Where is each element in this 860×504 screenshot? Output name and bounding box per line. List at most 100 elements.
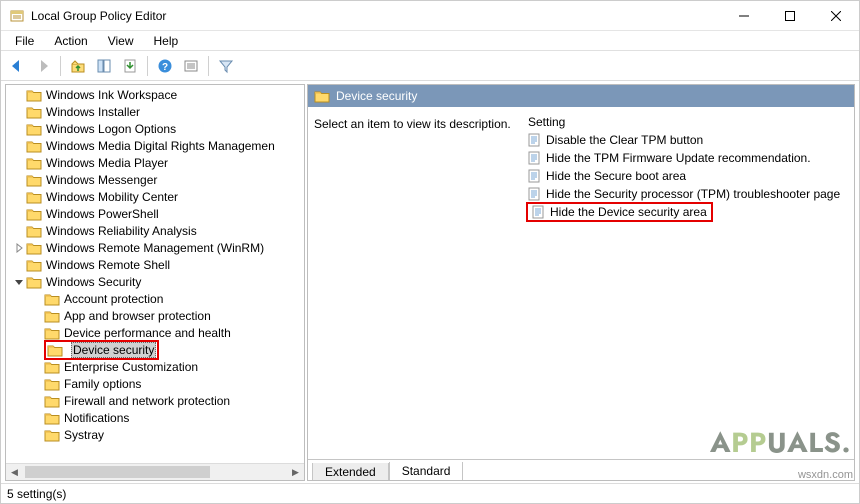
setting-item[interactable]: Disable the Clear TPM button (524, 131, 848, 149)
close-button[interactable] (813, 1, 859, 31)
folder-icon (26, 207, 42, 221)
folder-icon (44, 326, 60, 340)
tree-item-label: Windows Messenger (46, 173, 157, 187)
tree[interactable]: Windows Ink WorkspaceWindows Installer Wi… (6, 85, 304, 444)
maximize-button[interactable] (767, 1, 813, 31)
tree-item-label: Device security (71, 342, 156, 358)
statusbar: 5 setting(s) (1, 483, 859, 503)
tree-item[interactable]: Windows Installer (6, 103, 304, 120)
tree-scrollbar-horizontal[interactable]: ◀ ▶ (6, 463, 304, 480)
folder-icon (44, 360, 60, 374)
tree-item-label: Systray (64, 428, 104, 442)
setting-item-label: Hide the Secure boot area (546, 169, 686, 183)
tree-item[interactable]: Notifications (6, 409, 304, 426)
minimize-button[interactable] (721, 1, 767, 31)
tree-pane: Windows Ink WorkspaceWindows Installer Wi… (5, 84, 305, 481)
highlight-box: Device security (44, 340, 159, 360)
tree-item[interactable]: Firewall and network protection (6, 392, 304, 409)
setting-item-label: Hide the Device security area (550, 205, 707, 219)
policy-icon (530, 204, 546, 220)
window-title: Local Group Policy Editor (31, 9, 166, 23)
tree-item-label: Enterprise Customization (64, 360, 198, 374)
back-button[interactable] (5, 54, 29, 78)
toolbar-separator (208, 56, 209, 76)
tree-item-label: Windows Mobility Center (46, 190, 178, 204)
tree-item[interactable]: App and browser protection (6, 307, 304, 324)
setting-item-label: Hide the Security processor (TPM) troubl… (546, 187, 840, 201)
filter-button[interactable] (214, 54, 238, 78)
tree-item[interactable]: Windows Logon Options (6, 120, 304, 137)
tree-item[interactable]: Windows Remote Shell (6, 256, 304, 273)
folder-icon (26, 241, 42, 255)
tree-item-label: Family options (64, 377, 141, 391)
tree-item[interactable]: Systray (6, 426, 304, 443)
setting-item[interactable]: Hide the Device security area (524, 203, 848, 221)
folder-icon (314, 89, 330, 103)
properties-button[interactable] (179, 54, 203, 78)
main-area: Windows Ink WorkspaceWindows Installer Wi… (1, 81, 859, 483)
svg-text:?: ? (162, 62, 168, 73)
folder-icon (26, 139, 42, 153)
tree-item-label: Windows Reliability Analysis (46, 224, 197, 238)
policy-icon (526, 186, 542, 202)
status-text: 5 setting(s) (7, 487, 66, 501)
toolbar-separator (60, 56, 61, 76)
tree-item[interactable]: Windows Remote Management (WinRM) (6, 239, 304, 256)
chevron-right-icon[interactable] (12, 241, 26, 255)
tree-item-label: Windows Media Player (46, 156, 168, 170)
settings-column: Setting Disable the Clear TPM button Hide… (524, 111, 848, 455)
tab-standard[interactable]: Standard (389, 462, 464, 481)
folder-icon (47, 343, 63, 357)
tree-item[interactable]: Family options (6, 375, 304, 392)
tree-item[interactable]: Enterprise Customization (6, 358, 304, 375)
tree-item[interactable]: Windows Ink Workspace (6, 86, 304, 103)
tree-item[interactable]: Windows Media Player (6, 154, 304, 171)
tree-item[interactable]: Windows Mobility Center (6, 188, 304, 205)
tree-item-label: Device performance and health (64, 326, 231, 340)
tree-item-label: Windows PowerShell (46, 207, 159, 221)
details-header-title: Device security (336, 89, 417, 103)
details-tabs: Extended Standard (308, 459, 854, 480)
tree-item[interactable]: Device performance and health (6, 324, 304, 341)
folder-icon (44, 309, 60, 323)
tree-item-label: Windows Logon Options (46, 122, 176, 136)
menu-help[interactable]: Help (146, 34, 187, 48)
setting-item[interactable]: Hide the Secure boot area (524, 167, 848, 185)
folder-icon (26, 190, 42, 204)
tab-extended[interactable]: Extended (312, 463, 389, 481)
policy-icon (526, 132, 542, 148)
folder-icon (44, 394, 60, 408)
tree-item-label: Windows Security (46, 275, 141, 289)
tree-item[interactable]: Windows Messenger (6, 171, 304, 188)
titlebar: Local Group Policy Editor (1, 1, 859, 31)
tree-item[interactable]: Account protection (6, 290, 304, 307)
folder-icon (44, 292, 60, 306)
tree-item-label: Windows Media Digital Rights Managemen (46, 139, 275, 153)
tree-item[interactable]: Device security (6, 341, 304, 358)
menu-file[interactable]: File (7, 34, 42, 48)
tree-item[interactable]: Windows Security (6, 273, 304, 290)
tree-item[interactable]: Windows Reliability Analysis (6, 222, 304, 239)
setting-item[interactable]: Hide the TPM Firmware Update recommendat… (524, 149, 848, 167)
tree-item[interactable]: Windows PowerShell (6, 205, 304, 222)
forward-button[interactable] (31, 54, 55, 78)
menu-action[interactable]: Action (46, 34, 95, 48)
chevron-down-icon[interactable] (12, 275, 26, 289)
tree-item-label: App and browser protection (64, 309, 211, 323)
folder-icon (26, 173, 42, 187)
toolbar-separator (147, 56, 148, 76)
setting-item[interactable]: Hide the Security processor (TPM) troubl… (524, 185, 848, 203)
tree-item[interactable]: Windows Media Digital Rights Managemen (6, 137, 304, 154)
folder-icon (26, 88, 42, 102)
settings-column-header[interactable]: Setting (524, 113, 848, 131)
help-button[interactable]: ? (153, 54, 177, 78)
highlight-box: Hide the Device security area (526, 202, 713, 222)
up-button[interactable] (66, 54, 90, 78)
toolbar: ? (1, 51, 859, 81)
folder-icon (44, 411, 60, 425)
export-list-button[interactable] (118, 54, 142, 78)
show-hide-button[interactable] (92, 54, 116, 78)
folder-icon (44, 428, 60, 442)
setting-item-label: Disable the Clear TPM button (546, 133, 703, 147)
menu-view[interactable]: View (100, 34, 142, 48)
